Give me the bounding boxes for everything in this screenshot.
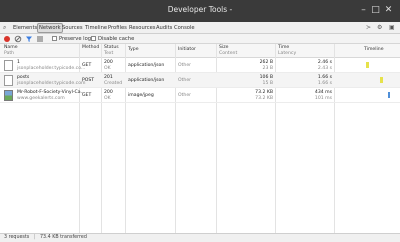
preserve-log-label: Preserve log xyxy=(59,36,92,42)
window-title: Developer Tools - xyxy=(167,5,233,14)
gear-icon[interactable]: ⚙ xyxy=(377,24,382,32)
transferred-size: 73.4 KB transferred xyxy=(40,235,87,240)
document-icon xyxy=(4,60,13,71)
document-icon xyxy=(4,75,13,86)
timeline-bar xyxy=(388,92,390,98)
record-icon[interactable] xyxy=(3,35,11,43)
request-content: 23 B xyxy=(262,66,273,71)
view-toggle-icon[interactable] xyxy=(36,35,44,43)
request-method: GET xyxy=(82,93,92,98)
request-status-text: OK xyxy=(104,66,111,71)
col-name-sub: Path xyxy=(4,51,15,56)
request-time: 434 ms xyxy=(314,90,332,95)
col-size-sub: Content xyxy=(219,51,238,56)
request-time: 1.66 s xyxy=(317,75,332,80)
request-path: jsonplaceholder.typicode.co... xyxy=(17,66,86,71)
timeline-bar xyxy=(380,77,383,83)
table-row[interactable]: Mr-Robot-F-Society-Vinyl-Ca... www.geeka… xyxy=(0,88,400,103)
request-type: application/json xyxy=(128,78,165,83)
request-status: 201 xyxy=(104,75,113,80)
tab-network[interactable]: Network xyxy=(37,23,63,33)
col-time-sub: Latency xyxy=(278,51,297,56)
image-icon xyxy=(4,90,13,101)
table-row[interactable]: posts jsonplaceholder.typicode.com POST … xyxy=(0,73,400,88)
col-type[interactable]: Type xyxy=(128,47,139,52)
tab-audits[interactable]: Audits xyxy=(156,23,172,33)
network-toolbar: Preserve log Disable cache xyxy=(0,34,400,44)
request-time: 2.46 s xyxy=(317,60,332,65)
tab-console[interactable]: Console xyxy=(174,23,195,33)
panel-tabbar: ⌕ Elements Network Sources Timeline Prof… xyxy=(0,22,400,34)
request-status: 200 xyxy=(104,60,113,65)
col-method[interactable]: Method xyxy=(82,45,99,50)
request-latency: 101 ms xyxy=(314,96,332,101)
request-initiator: Other xyxy=(178,63,192,68)
col-name[interactable]: Name xyxy=(4,45,18,50)
status-separator: | xyxy=(33,235,36,240)
clear-icon[interactable] xyxy=(14,35,22,43)
col-time[interactable]: Time xyxy=(278,45,289,50)
minimize-icon[interactable]: – xyxy=(358,5,369,16)
preserve-log-checkbox[interactable] xyxy=(52,36,57,41)
request-name[interactable]: 1 xyxy=(17,60,20,65)
maximize-icon[interactable]: □ xyxy=(370,5,381,16)
status-bar: 3 requests | 73.4 KB transferred xyxy=(0,233,400,242)
filter-icon[interactable] xyxy=(25,35,33,43)
request-method: POST xyxy=(82,78,95,83)
request-type: image/jpeg xyxy=(128,93,154,98)
table-header: Name Path Method Status Text Type Initia… xyxy=(0,44,400,58)
inspect-icon[interactable]: ⌕ xyxy=(3,24,6,32)
col-size[interactable]: Size xyxy=(219,45,228,50)
request-method: GET xyxy=(82,63,92,68)
request-size: 73.2 KB xyxy=(255,90,273,95)
request-status-text: OK xyxy=(104,96,111,101)
col-status[interactable]: Status xyxy=(104,45,119,50)
table-row[interactable]: 1 jsonplaceholder.typicode.co... GET 200… xyxy=(0,58,400,73)
request-latency: 2.43 s xyxy=(317,66,332,71)
request-initiator: Other xyxy=(178,93,192,98)
request-size: 106 B xyxy=(259,75,273,80)
devtools-window: Developer Tools - – □ ✕ ⌕ Elements Netwo… xyxy=(0,0,400,242)
request-name[interactable]: Mr-Robot-F-Society-Vinyl-Ca... xyxy=(17,90,85,95)
request-path: www.geekalerts.com xyxy=(17,96,65,101)
dock-icon[interactable]: ▣ xyxy=(389,24,395,32)
request-type: application/json xyxy=(128,63,165,68)
disable-cache-label: Disable cache xyxy=(98,36,135,42)
disable-cache-checkbox[interactable] xyxy=(91,36,96,41)
request-initiator: Other xyxy=(178,78,192,83)
close-icon[interactable]: ✕ xyxy=(383,5,394,16)
title-bar: Developer Tools - – □ ✕ xyxy=(0,0,400,22)
request-path: jsonplaceholder.typicode.com xyxy=(17,81,86,86)
tab-profiles[interactable]: Profiles xyxy=(108,23,127,33)
timeline-bar xyxy=(366,62,369,68)
tab-elements[interactable]: Elements xyxy=(13,23,37,33)
request-size: 262 B xyxy=(259,60,273,65)
tab-timeline[interactable]: Timeline xyxy=(85,23,107,33)
request-name[interactable]: posts xyxy=(17,75,29,80)
request-status: 200 xyxy=(104,90,113,95)
request-content: 15 B xyxy=(262,81,273,86)
console-drawer-icon[interactable]: ≻ xyxy=(366,24,371,32)
col-initiator[interactable]: Initiator xyxy=(178,47,196,52)
tab-sources[interactable]: Sources xyxy=(62,23,83,33)
request-content: 73.2 KB xyxy=(255,96,273,101)
request-latency: 1.66 s xyxy=(317,81,332,86)
tab-resources[interactable]: Resources xyxy=(129,23,156,33)
request-status-text: Created xyxy=(104,81,123,86)
col-timeline[interactable]: Timeline xyxy=(364,47,384,52)
requests-count: 3 requests xyxy=(4,235,30,240)
col-status-sub: Text xyxy=(104,51,114,56)
